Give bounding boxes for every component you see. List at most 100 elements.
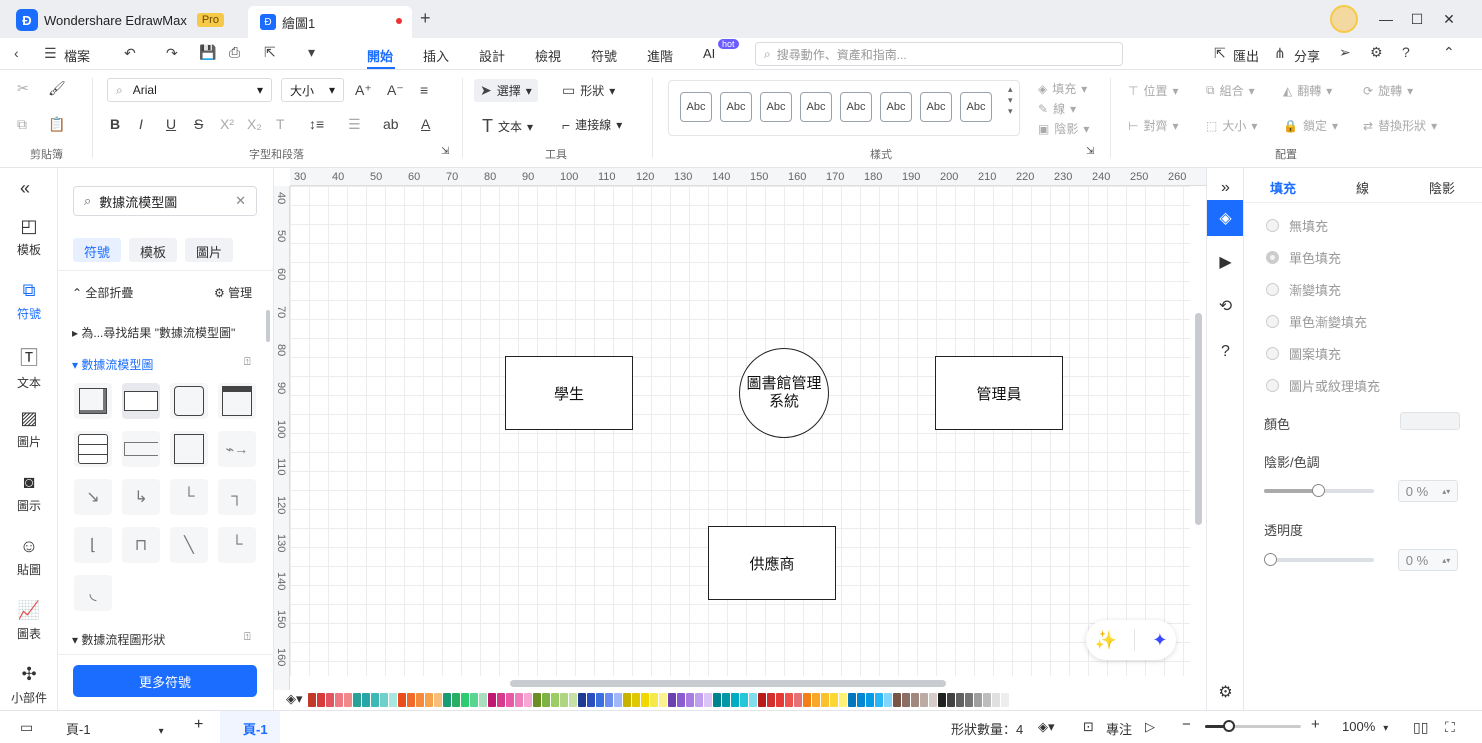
- color-swatch[interactable]: [920, 693, 928, 707]
- shadow-button[interactable]: ▣ 陰影 ▾: [1038, 120, 1089, 137]
- menu-icon[interactable]: ☰: [44, 45, 57, 62]
- minimize-button[interactable]: —: [1374, 8, 1398, 30]
- color-swatch[interactable]: [668, 693, 676, 707]
- color-swatch[interactable]: [560, 693, 568, 707]
- avatar[interactable]: [1330, 5, 1358, 33]
- color-swatch[interactable]: [938, 693, 946, 707]
- menu-insert[interactable]: 插入: [423, 46, 449, 65]
- shape-student[interactable]: 學生: [505, 356, 633, 430]
- color-swatch[interactable]: [902, 693, 910, 707]
- font-color-icon[interactable]: A: [421, 116, 430, 132]
- page-select[interactable]: 頁-1 ▾: [66, 719, 164, 738]
- line-spacing-icon[interactable]: ↕≡: [309, 116, 324, 132]
- history-icon[interactable]: ⟲: [1207, 288, 1244, 324]
- app-tab[interactable]: Ð Wondershare EdrawMax Pro: [16, 8, 224, 32]
- color-swatch[interactable]: [704, 693, 712, 707]
- color-swatch[interactable]: [398, 693, 406, 707]
- color-swatch[interactable]: [992, 693, 1000, 707]
- dfd-table-shape[interactable]: [74, 431, 112, 467]
- menu-design[interactable]: 設計: [479, 46, 505, 65]
- play-icon[interactable]: ▷: [1145, 719, 1155, 735]
- bullet-list-icon[interactable]: ☰: [348, 116, 361, 133]
- color-swatch[interactable]: [362, 693, 370, 707]
- nav-symbols[interactable]: ⧉ 符號: [0, 280, 58, 322]
- text-case-icon[interactable]: T: [276, 116, 285, 132]
- color-swatch[interactable]: [488, 693, 496, 707]
- presentation-icon[interactable]: ▶: [1207, 244, 1244, 280]
- settings-icon[interactable]: ⚙: [1207, 674, 1244, 710]
- nav-stickers[interactable]: ☺ 貼圖: [0, 536, 58, 578]
- group-button[interactable]: ⧉ 組合 ▾: [1206, 82, 1255, 99]
- chip-symbols[interactable]: 符號: [73, 238, 122, 262]
- nav-templates[interactable]: ◰ 模板: [0, 216, 58, 258]
- page-tab[interactable]: 頁-1: [243, 719, 268, 738]
- shape-admin[interactable]: 管理員: [935, 356, 1063, 430]
- color-swatch[interactable]: [506, 693, 514, 707]
- help-icon[interactable]: ?: [1402, 44, 1410, 60]
- copy-icon[interactable]: ⧉: [17, 116, 27, 133]
- color-swatch[interactable]: [1001, 693, 1009, 707]
- color-swatch[interactable]: [605, 693, 613, 707]
- menu-ai[interactable]: AI: [703, 46, 715, 61]
- superscript-icon[interactable]: X²: [220, 116, 234, 132]
- dfd-entity-shape[interactable]: [74, 383, 112, 419]
- color-swatch[interactable]: [434, 693, 442, 707]
- color-swatch[interactable]: [524, 693, 532, 707]
- nav-icons[interactable]: ◙ 圖示: [0, 472, 58, 514]
- collapse-panel-icon[interactable]: «: [20, 178, 30, 199]
- color-swatch[interactable]: [542, 693, 550, 707]
- connector-shape-9[interactable]: ◟: [74, 575, 112, 611]
- dfd-flow-shape[interactable]: ⌁→: [218, 431, 256, 467]
- color-swatch[interactable]: [686, 693, 694, 707]
- export-button[interactable]: 匯出: [1233, 46, 1259, 65]
- chevron-left-icon[interactable]: ‹: [14, 45, 19, 61]
- transparency-value[interactable]: 0 % ▴▾: [1398, 549, 1458, 571]
- option-single-gradient[interactable]: 單色漸變填充: [1266, 312, 1367, 331]
- lock-button[interactable]: 🔒 鎖定 ▾: [1283, 117, 1338, 134]
- underline-icon[interactable]: U: [166, 116, 176, 132]
- collapse-ribbon-icon[interactable]: ⌃: [1443, 44, 1455, 61]
- color-swatch[interactable]: [551, 693, 559, 707]
- connector-shape-4[interactable]: ┐: [218, 479, 256, 515]
- bold-icon[interactable]: B: [110, 116, 120, 132]
- transparency-slider[interactable]: [1264, 558, 1374, 562]
- style-preset-2[interactable]: Abc: [720, 92, 752, 122]
- color-swatch[interactable]: [893, 693, 901, 707]
- zoom-select[interactable]: 100% ▾: [1342, 719, 1388, 734]
- color-swatch[interactable]: [344, 693, 352, 707]
- color-swatch[interactable]: [452, 693, 460, 707]
- menu-view[interactable]: 檢視: [535, 46, 561, 65]
- ai-sparkle-icon[interactable]: ✦: [1152, 630, 1167, 651]
- horizontal-scrollbar[interactable]: [510, 680, 946, 687]
- size-button[interactable]: ⬚ 大小 ▾: [1206, 117, 1257, 134]
- color-swatch[interactable]: [857, 693, 865, 707]
- expand-dialog-icon[interactable]: ⇲: [441, 146, 449, 157]
- style-preset-7[interactable]: Abc: [920, 92, 952, 122]
- section-dfd-shapes[interactable]: ▾ 數據流程圖形狀: [72, 631, 165, 648]
- increase-font-icon[interactable]: A⁺: [355, 82, 372, 99]
- style-preset-3[interactable]: Abc: [760, 92, 792, 122]
- text-highlight-icon[interactable]: ab: [383, 116, 399, 132]
- color-swatch[interactable]: [875, 693, 883, 707]
- section-dfd[interactable]: ▾ 數據流模型圖: [72, 356, 153, 373]
- color-swatch[interactable]: [650, 693, 658, 707]
- nav-charts[interactable]: 📈 圖表: [0, 600, 58, 642]
- color-swatch[interactable]: [803, 693, 811, 707]
- option-solid-fill[interactable]: 單色填充: [1266, 248, 1341, 267]
- color-swatch[interactable]: [731, 693, 739, 707]
- dfd-datastore-shape[interactable]: [122, 431, 160, 467]
- close-button[interactable]: ✕: [1437, 8, 1461, 30]
- cut-icon[interactable]: ✂: [17, 80, 29, 97]
- line-button[interactable]: ✎ 線 ▾: [1038, 100, 1076, 117]
- align-button[interactable]: ⊢ 對齊 ▾: [1128, 117, 1179, 134]
- connector-shape-5[interactable]: ⌊: [74, 527, 112, 563]
- save-icon[interactable]: 💾: [199, 44, 216, 61]
- chip-images[interactable]: 圖片: [185, 238, 234, 262]
- replace-shape-button[interactable]: ⇄ 替換形狀 ▾: [1363, 117, 1437, 134]
- print-icon[interactable]: ⎙: [229, 44, 240, 61]
- color-swatch[interactable]: [722, 693, 730, 707]
- redo-icon[interactable]: ↷: [166, 45, 178, 62]
- connector-shape-7[interactable]: ╲: [170, 527, 208, 563]
- rotate-button[interactable]: ⟳ 旋轉 ▾: [1363, 82, 1413, 99]
- drawing-canvas[interactable]: [290, 186, 1190, 676]
